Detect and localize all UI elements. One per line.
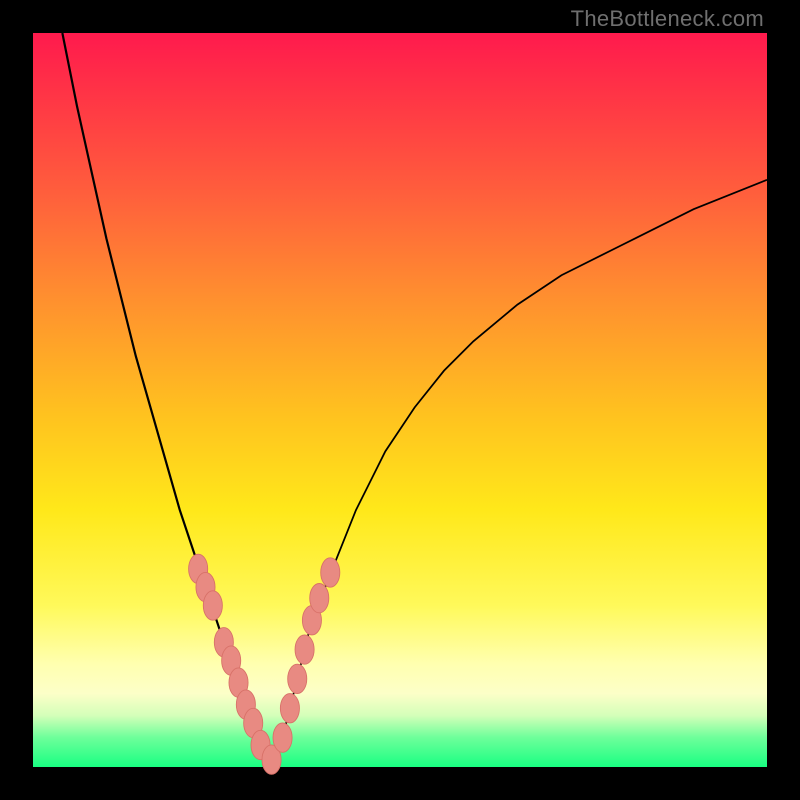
marker-point bbox=[273, 723, 292, 752]
highlight-markers bbox=[189, 554, 340, 774]
marker-point bbox=[321, 558, 340, 587]
curve-right-branch bbox=[268, 180, 767, 764]
marker-point bbox=[203, 591, 222, 620]
marker-point bbox=[295, 635, 314, 664]
curve-layer bbox=[33, 33, 767, 767]
marker-point bbox=[310, 584, 329, 613]
plot-area bbox=[33, 33, 767, 767]
marker-point bbox=[288, 664, 307, 693]
watermark-text: TheBottleneck.com bbox=[571, 6, 764, 32]
chart-frame: TheBottleneck.com bbox=[0, 0, 800, 800]
marker-point bbox=[280, 694, 299, 723]
